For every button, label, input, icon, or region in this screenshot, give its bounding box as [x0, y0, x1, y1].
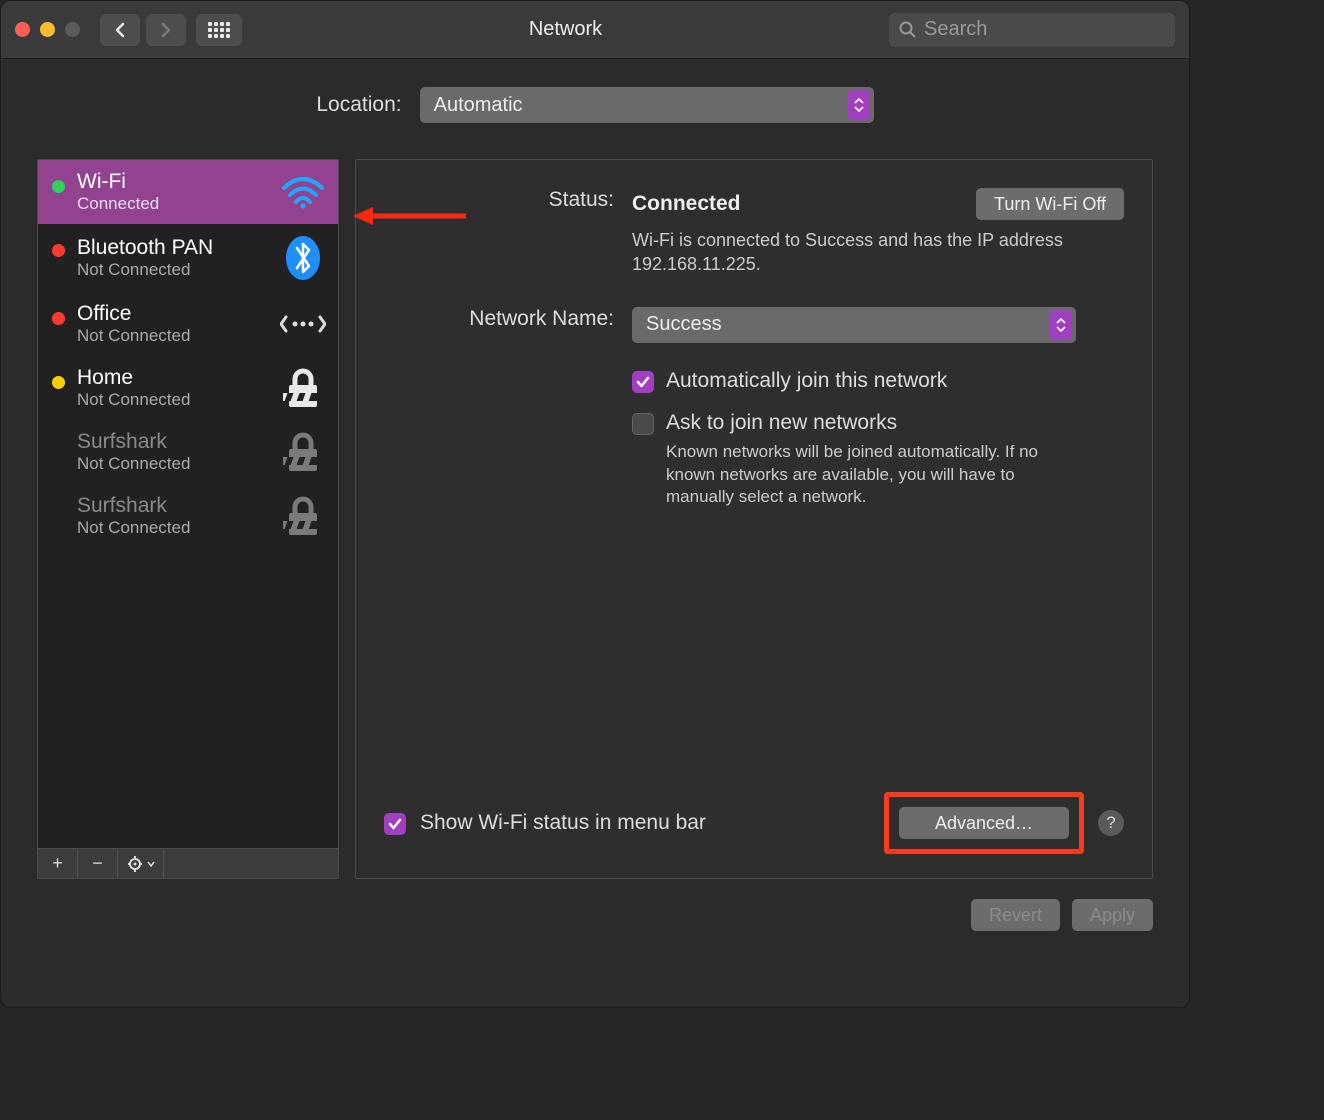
lock-icon	[280, 367, 326, 409]
forward-button[interactable]	[146, 14, 186, 46]
status-row: Status: Connected Turn Wi-Fi Off Wi-Fi i…	[384, 188, 1124, 277]
details-footer: Show Wi-Fi status in menu bar Advanced… …	[384, 792, 1124, 854]
revert-button[interactable]: Revert	[971, 899, 1060, 931]
service-item-office[interactable]: Office Not Connected	[38, 292, 338, 356]
chevron-down-icon	[147, 861, 155, 867]
ask-join-description: Known networks will be joined automatica…	[666, 441, 1086, 510]
network-name-dropdown[interactable]: Success	[632, 307, 1076, 343]
location-label: Location:	[316, 93, 401, 117]
zoom-window-button[interactable]	[65, 22, 80, 37]
ask-join-checkbox[interactable]	[632, 413, 654, 435]
window-controls	[15, 22, 80, 37]
auto-join-checkbox[interactable]	[632, 371, 654, 393]
service-item-surfshark[interactable]: Surfshark Not Connected	[38, 484, 338, 548]
search-placeholder: Search	[924, 18, 987, 41]
service-actions-menu[interactable]	[118, 849, 164, 878]
main-row: Wi-Fi Connected Bluetooth PAN Not Connec…	[37, 159, 1153, 879]
location-value: Automatic	[434, 94, 523, 117]
add-service-button[interactable]: +	[38, 849, 78, 878]
ethernet-dots-icon	[280, 309, 326, 339]
service-status: Not Connected	[77, 326, 268, 346]
help-button[interactable]: ?	[1098, 810, 1124, 836]
network-name-value: Success	[646, 313, 722, 336]
service-status: Not Connected	[77, 390, 268, 410]
auto-join-label: Automatically join this network	[666, 369, 947, 393]
service-item-wifi[interactable]: Wi-Fi Connected	[38, 160, 338, 224]
dropdown-stepper-icon	[1050, 310, 1072, 340]
status-dot-inactive-icon	[52, 504, 65, 517]
ask-join-row: Ask to join new networks Known networks …	[632, 411, 1124, 510]
status-description: Wi-Fi is connected to Success and has th…	[632, 228, 1072, 277]
service-status: Connected	[77, 194, 268, 214]
service-name: Surfshark	[77, 430, 268, 454]
network-name-row: Network Name: Success	[384, 307, 1124, 528]
gear-icon	[127, 855, 145, 873]
status-dot-warning-icon	[52, 376, 65, 389]
advanced-highlight-annotation: Advanced…	[884, 792, 1084, 854]
minimize-window-button[interactable]	[40, 22, 55, 37]
service-name: Home	[77, 366, 268, 390]
advanced-button[interactable]: Advanced…	[899, 807, 1069, 839]
wifi-toggle-button[interactable]: Turn Wi-Fi Off	[976, 188, 1124, 220]
search-field[interactable]: Search	[889, 13, 1175, 47]
service-item-bluetooth[interactable]: Bluetooth PAN Not Connected	[38, 224, 338, 292]
ask-join-label: Ask to join new networks	[666, 411, 1086, 435]
service-name: Wi-Fi	[77, 170, 268, 194]
titlebar: Network Search	[1, 1, 1189, 59]
service-item-surfshark[interactable]: Surfshark Not Connected	[38, 420, 338, 484]
network-name-label: Network Name:	[384, 307, 632, 528]
status-dot-disconnected-icon	[52, 244, 65, 257]
checkmark-icon	[388, 818, 402, 830]
apply-button[interactable]: Apply	[1072, 899, 1153, 931]
details-panel: Status: Connected Turn Wi-Fi Off Wi-Fi i…	[355, 159, 1153, 879]
show-menubar-checkbox[interactable]	[384, 813, 406, 835]
service-list: Wi-Fi Connected Bluetooth PAN Not Connec…	[38, 160, 338, 848]
lock-icon	[280, 495, 326, 537]
lock-icon	[280, 431, 326, 473]
bottom-buttons: Revert Apply	[37, 899, 1153, 931]
status-value: Connected	[632, 192, 741, 216]
service-status: Not Connected	[77, 454, 268, 474]
service-name: Surfshark	[77, 494, 268, 518]
dropdown-stepper-icon	[848, 90, 870, 120]
status-dot-inactive-icon	[52, 440, 65, 453]
auto-join-row: Automatically join this network	[632, 369, 1124, 393]
service-name: Office	[77, 302, 268, 326]
close-window-button[interactable]	[15, 22, 30, 37]
window-title: Network	[252, 18, 879, 41]
bluetooth-icon	[280, 234, 326, 282]
location-dropdown[interactable]: Automatic	[420, 87, 874, 123]
back-button[interactable]	[100, 14, 140, 46]
network-preferences-window: Network Search Location: Automatic	[0, 0, 1190, 1008]
wifi-icon	[280, 174, 326, 210]
arrow-annotation-icon	[351, 201, 471, 231]
service-item-home[interactable]: Home Not Connected	[38, 356, 338, 420]
service-name: Bluetooth PAN	[77, 236, 268, 260]
show-menubar-label: Show Wi-Fi status in menu bar	[420, 811, 870, 835]
remove-service-button[interactable]: −	[78, 849, 118, 878]
show-all-button[interactable]	[196, 14, 242, 46]
content-area: Location: Automatic Wi-Fi Connected	[1, 59, 1189, 955]
status-dot-connected-icon	[52, 180, 65, 193]
location-row: Location: Automatic	[37, 87, 1153, 123]
search-icon	[899, 21, 916, 38]
sidebar-footer: + −	[38, 848, 338, 878]
service-status: Not Connected	[77, 518, 268, 538]
nav-buttons	[100, 14, 186, 46]
checkmark-icon	[636, 376, 650, 388]
service-sidebar: Wi-Fi Connected Bluetooth PAN Not Connec…	[37, 159, 339, 879]
service-status: Not Connected	[77, 260, 268, 280]
status-dot-disconnected-icon	[52, 312, 65, 325]
